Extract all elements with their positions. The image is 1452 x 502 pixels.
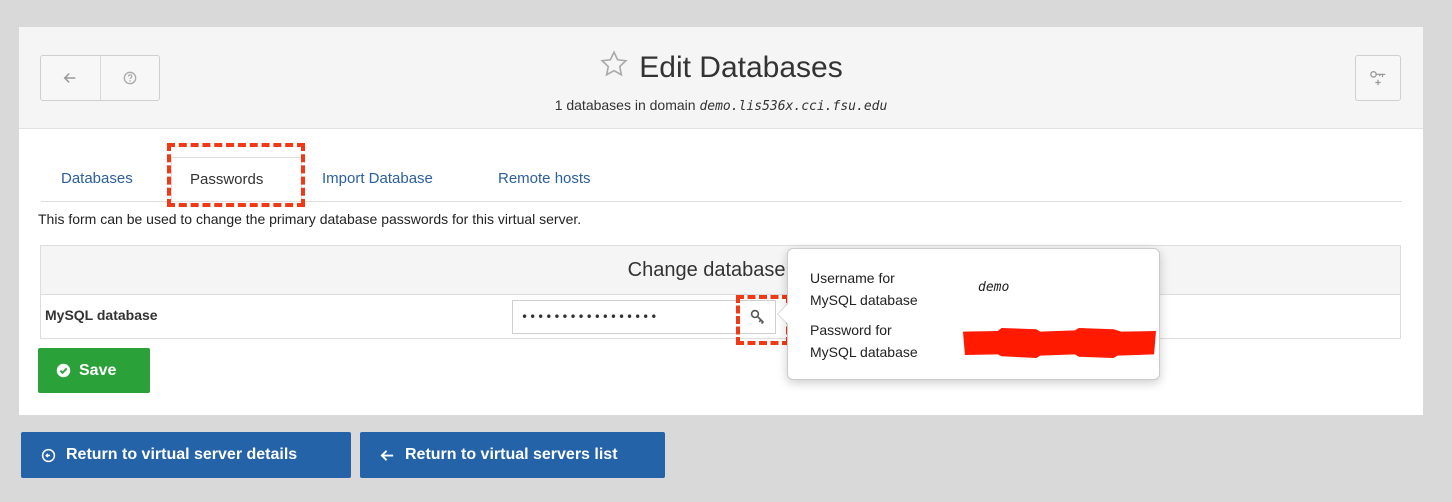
password-label: Password for MySQL database (810, 319, 960, 363)
show-password-button[interactable] (741, 300, 775, 334)
form-heading: Change database pa (41, 246, 1400, 295)
save-label: Save (79, 361, 117, 379)
subtitle-prefix: 1 databases in domain (554, 97, 696, 113)
return-details-label: Return to virtual server details (66, 446, 298, 463)
tab-import-database[interactable]: Import Database (322, 157, 433, 201)
return-to-servers-list-button[interactable]: Return to virtual servers list (360, 432, 665, 478)
arrow-left-icon (380, 449, 394, 461)
tab-databases[interactable]: Databases (61, 157, 133, 201)
redacted-password (963, 328, 1156, 358)
domain-name: demo.lis536x.cci.fsu.edu (699, 99, 888, 114)
key-icon (1370, 71, 1386, 86)
page-subtitle: 1 databases in domain demo.lis536x.cci.f… (19, 97, 1423, 114)
password-input[interactable]: ••••••••••••••••• (512, 300, 776, 334)
tab-bar: Databases Passwords Import Database Remo… (41, 157, 1402, 202)
page-title-text: Edit Databases (639, 51, 843, 84)
username-label-line2: MySQL database (810, 292, 918, 308)
form-description: This form can be used to change the prim… (38, 211, 582, 227)
key-search-icon (750, 309, 765, 325)
save-button[interactable]: Save (38, 348, 150, 393)
form-row: MySQL database ••••••••••••••••• (41, 295, 1400, 339)
page-header: Edit Databases 1 databases in domain dem… (19, 27, 1423, 129)
password-label-line1: Password for (810, 322, 892, 338)
username-value: demo (978, 280, 1010, 295)
password-form: Change database pa MySQL database ••••••… (40, 245, 1401, 339)
credentials-popover: Username for MySQL database demo Passwor… (777, 248, 1160, 380)
key-button[interactable] (1355, 55, 1401, 101)
main-panel: Edit Databases 1 databases in domain dem… (19, 27, 1423, 415)
check-circle-icon (56, 363, 71, 378)
star-icon[interactable] (599, 49, 629, 87)
tab-remote-hosts[interactable]: Remote hosts (498, 157, 591, 201)
username-label-line1: Username for (810, 270, 895, 286)
password-label-line2: MySQL database (810, 344, 918, 360)
circle-arrow-icon (41, 448, 56, 462)
mysql-database-label: MySQL database (45, 307, 158, 323)
tab-passwords[interactable]: Passwords (171, 157, 302, 201)
username-label: Username for MySQL database (810, 267, 960, 311)
return-list-label: Return to virtual servers list (405, 446, 618, 463)
page-title: Edit Databases (599, 49, 843, 87)
title-block: Edit Databases 1 databases in domain dem… (19, 49, 1423, 114)
return-to-server-details-button[interactable]: Return to virtual server details (21, 432, 351, 478)
